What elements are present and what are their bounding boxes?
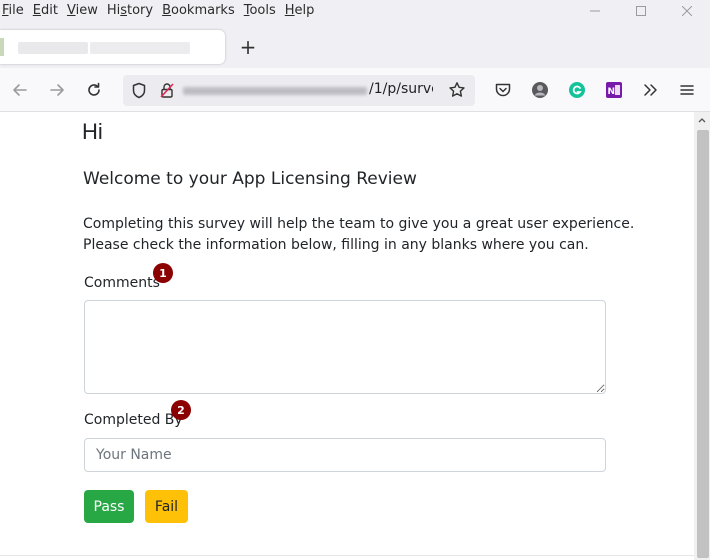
browser-tab-active[interactable] [0,30,225,64]
profile-button[interactable] [528,78,552,102]
onenote-button[interactable]: N [602,78,626,102]
chevron-up-icon [698,118,706,123]
hamburger-menu-icon [680,85,694,95]
scroll-up-button[interactable] [694,112,710,128]
onenote-icon: N [606,82,622,98]
menu-help[interactable]: Help [281,3,320,19]
menu-edit[interactable]: Edit [29,3,63,19]
new-tab-button[interactable]: + [236,35,260,59]
forward-button[interactable] [45,78,69,102]
menu-bookmarks[interactable]: Bookmarks [158,3,240,19]
comments-label: Comments [84,275,160,291]
tab-title-redacted [18,42,88,54]
maximize-button[interactable] [618,0,664,22]
app-menu-button[interactable] [675,78,699,102]
menu-tools[interactable]: Tools [240,3,281,19]
intro-line-2: Please check the information below, fill… [83,237,589,253]
reload-button[interactable] [82,78,106,102]
fail-button[interactable]: Fail [145,490,188,523]
comments-textarea[interactable] [84,300,606,394]
page-divider [0,555,694,556]
reload-icon [88,82,100,96]
page-title: Hi [82,119,103,144]
pocket-icon [495,83,511,97]
tab-title-redacted-2 [90,42,190,54]
shield-icon[interactable] [131,82,147,103]
page-content: Hi Welcome to your App Licensing Review … [0,112,694,560]
page-subtitle: Welcome to your App Licensing Review [83,169,417,189]
back-button[interactable] [8,78,32,102]
comments-step-badge: 1 [153,263,173,283]
menu-view[interactable]: View [63,3,103,19]
completed-by-input[interactable] [84,438,606,472]
minimize-button[interactable] [572,0,618,22]
grammarly-button[interactable] [565,78,589,102]
url-redacted [183,87,367,95]
star-icon[interactable] [448,81,466,103]
menu-file[interactable]: File [0,3,29,19]
navigation-toolbar: /1/p/survey N [0,68,710,112]
tab-favicon [0,38,4,56]
menu-history[interactable]: History [103,3,158,19]
overflow-button[interactable] [638,78,662,102]
maximize-icon [636,6,646,16]
pass-button[interactable]: Pass [84,490,134,523]
back-icon [13,84,27,96]
forward-icon [50,84,64,96]
intro-text: Completing this survey will help the tea… [83,214,634,256]
completed-by-step-badge: 2 [171,400,191,420]
completed-by-label: Completed By [84,412,183,428]
lock-icon[interactable] [159,82,175,103]
minimize-icon [590,10,600,12]
profile-icon [532,82,548,98]
close-window-button[interactable] [664,0,710,22]
grammarly-icon [569,82,585,98]
url-text[interactable]: /1/p/survey [369,81,433,97]
tab-strip: + [0,22,710,68]
close-icon [682,6,692,16]
window-controls [572,0,710,22]
intro-line-1: Completing this survey will help the tea… [83,216,635,232]
pocket-button[interactable] [491,78,515,102]
address-bar[interactable]: /1/p/survey [123,75,475,106]
scrollbar-thumb[interactable] [697,130,709,558]
overflow-icon [644,84,657,96]
svg-text:N: N [608,87,616,97]
